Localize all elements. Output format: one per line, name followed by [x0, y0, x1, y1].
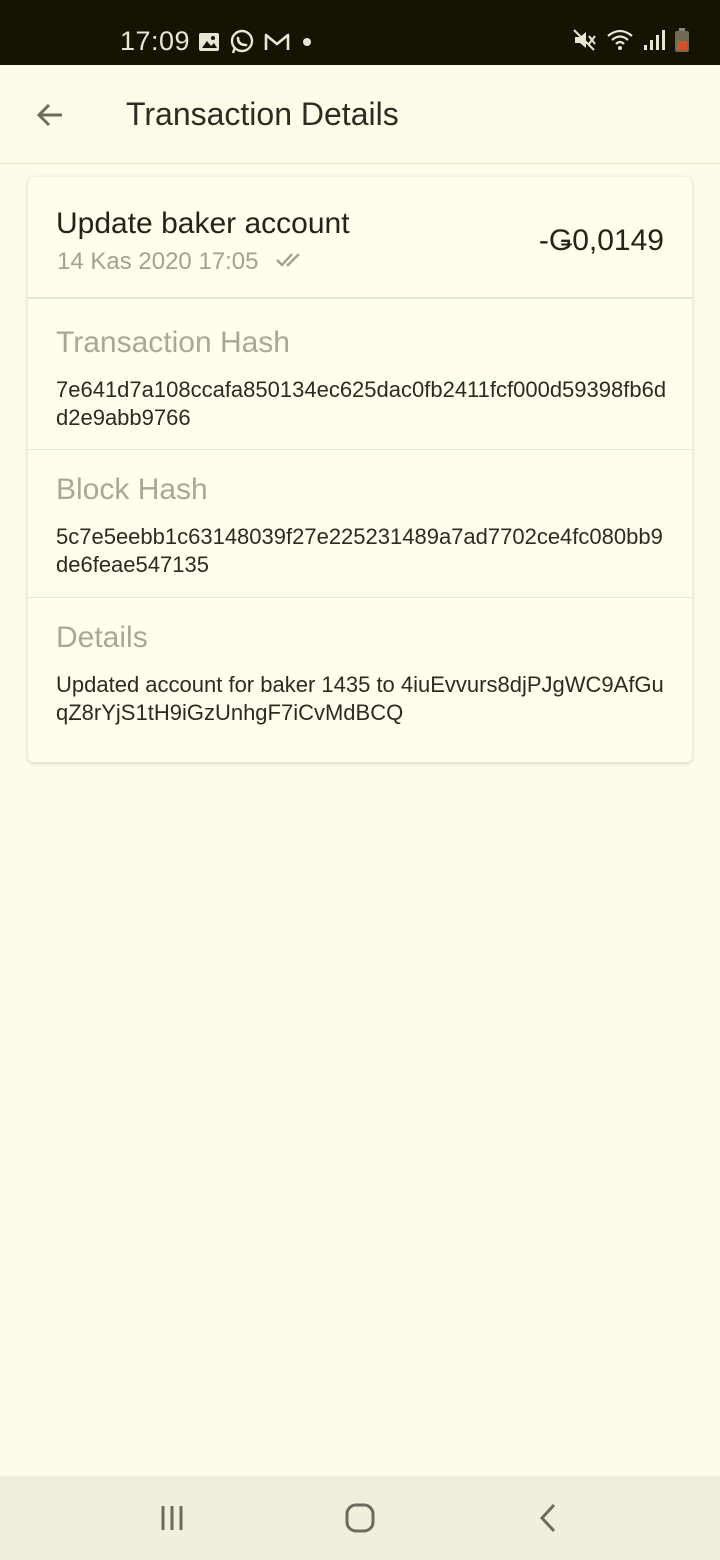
transaction-hash-value: 7e641d7a108ccafa850134ec625dac0fb2411fcf… [56, 377, 667, 430]
image-icon [198, 31, 220, 58]
transaction-card: Update baker account 14 Kas 2020 17:05 -… [28, 177, 692, 762]
recent-apps-icon [161, 1506, 183, 1530]
details-label: Details [56, 621, 148, 654]
mute-icon [572, 28, 598, 57]
arrow-left-icon [36, 103, 62, 127]
status-bar: 17:09 [0, 0, 720, 65]
whatsapp-icon [229, 29, 255, 60]
wifi-icon [606, 28, 634, 57]
transaction-hash-section: Transaction Hash 7e641d7a108ccafa850134e… [28, 301, 692, 450]
recent-apps-button[interactable] [142, 1496, 202, 1540]
block-hash-label: Block Hash [56, 473, 208, 506]
status-time: 17:09 [120, 26, 191, 56]
signal-icon [642, 29, 666, 56]
home-button[interactable] [330, 1496, 390, 1540]
page-title: Transaction Details [126, 96, 399, 132]
transaction-date: 14 Kas 2020 17:05 [57, 248, 259, 275]
transaction-header: Update baker account 14 Kas 2020 17:05 -… [28, 177, 692, 299]
transaction-title: Update baker account [56, 207, 350, 240]
dot-icon [299, 34, 315, 55]
gmail-icon [264, 32, 290, 57]
back-icon [539, 1503, 556, 1533]
details-section: Details Updated account for baker 1435 t… [28, 598, 692, 758]
navigation-bar [0, 1476, 720, 1560]
home-icon [345, 1503, 375, 1533]
back-button[interactable] [28, 93, 72, 137]
battery-icon [674, 27, 690, 58]
block-hash-value: 5c7e5eebb1c63148039f27e225231489a7ad7702… [56, 524, 663, 577]
double-check-icon [275, 251, 303, 274]
details-value: Updated account for baker 1435 to 4iuEvv… [56, 672, 664, 725]
transaction-hash-label: Transaction Hash [56, 326, 290, 359]
nav-back-button[interactable] [518, 1496, 578, 1540]
block-hash-section: Block Hash 5c7e5eebb1c63148039f27e225231… [28, 450, 692, 598]
transaction-amount: -Ǥ0,0149 [538, 224, 664, 257]
app-bar: Transaction Details [0, 65, 720, 164]
